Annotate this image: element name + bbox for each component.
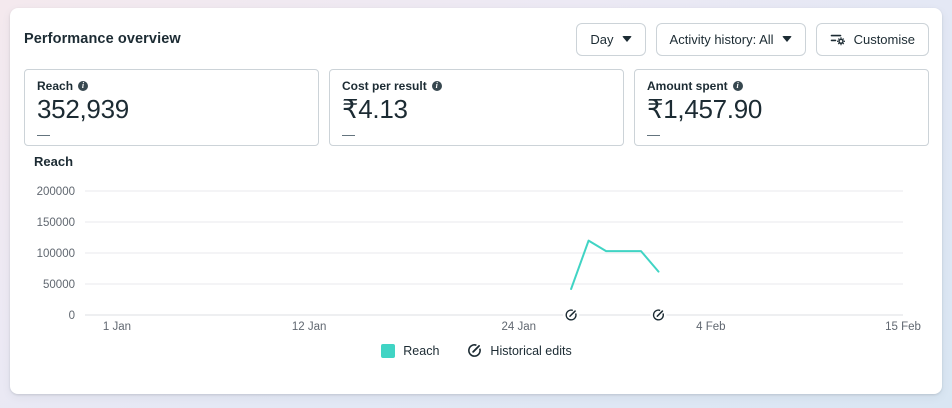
metric-value: ₹4.13	[342, 94, 611, 125]
reach-line-chart: 0 50000 100000 150000 200000 1 Jan 12 Jan 24 Ja…	[34, 172, 929, 334]
customise-gear-icon	[830, 31, 846, 47]
metric-cards: Reach i 352,939 — Cost per result i ₹4.1…	[24, 69, 929, 146]
metric-label: Amount spent	[647, 79, 728, 93]
y-gridlines: 0 50000 100000 150000 200000	[37, 186, 903, 322]
chevron-down-icon	[782, 36, 792, 42]
y-axis-tick: 150000	[37, 217, 75, 229]
customise-label: Customise	[854, 32, 915, 47]
metric-value: 352,939	[37, 94, 306, 125]
metric-value: ₹1,457.90	[647, 94, 916, 125]
info-icon[interactable]: i	[78, 81, 88, 91]
y-axis-tick: 50000	[43, 279, 75, 291]
metric-secondary: —	[37, 127, 306, 142]
chart-title: Reach	[34, 154, 929, 169]
y-axis-tick: 100000	[37, 248, 75, 260]
info-icon[interactable]: i	[733, 81, 743, 91]
legend-label: Historical edits	[490, 344, 571, 358]
chart-legend: Reach Historical edits	[24, 343, 929, 358]
customise-button[interactable]: Customise	[816, 23, 929, 56]
metric-label: Cost per result	[342, 79, 427, 93]
day-dropdown-label: Day	[590, 32, 613, 47]
x-axis-tick: 1 Jan	[103, 321, 131, 333]
reach-series-line	[571, 241, 658, 289]
chevron-down-icon	[622, 36, 632, 42]
reach-swatch-icon	[381, 344, 395, 358]
metric-secondary: —	[647, 127, 916, 142]
performance-overview-panel: Performance overview Day Activity histor…	[10, 8, 942, 394]
activity-history-dropdown-button[interactable]: Activity history: All	[656, 23, 806, 56]
metric-label: Reach	[37, 79, 73, 93]
metric-card-amount-spent: Amount spent i ₹1,457.90 —	[634, 69, 929, 146]
y-axis-tick: 200000	[37, 186, 75, 198]
historical-edit-icon	[467, 343, 482, 358]
page-title: Performance overview	[24, 31, 181, 47]
info-icon[interactable]: i	[432, 81, 442, 91]
legend-item-reach: Reach	[381, 344, 439, 358]
historical-edit-marker[interactable]	[563, 307, 579, 323]
x-axis-tick: 12 Jan	[292, 321, 327, 333]
legend-item-historical-edits: Historical edits	[467, 343, 571, 358]
metric-card-cost-per-result: Cost per result i ₹4.13 —	[329, 69, 624, 146]
toolbar: Day Activity history: All	[576, 23, 929, 56]
page-background: Performance overview Day Activity histor…	[0, 0, 952, 408]
metric-card-reach: Reach i 352,939 —	[24, 69, 319, 146]
panel-header: Performance overview Day Activity histor…	[24, 22, 929, 56]
y-axis-tick: 0	[69, 310, 75, 322]
x-axis-tick: 15 Feb	[885, 321, 921, 333]
activity-history-label: Activity history: All	[670, 32, 774, 47]
x-axis-tick: 24 Jan	[501, 321, 536, 333]
x-axis-ticks: 1 Jan 12 Jan 24 Jan 4 Feb 15 Feb	[103, 321, 921, 333]
legend-label: Reach	[403, 344, 439, 358]
metric-secondary: —	[342, 127, 611, 142]
day-dropdown-button[interactable]: Day	[576, 23, 645, 56]
x-axis-tick: 4 Feb	[696, 321, 725, 333]
historical-edit-marker[interactable]	[650, 307, 666, 323]
